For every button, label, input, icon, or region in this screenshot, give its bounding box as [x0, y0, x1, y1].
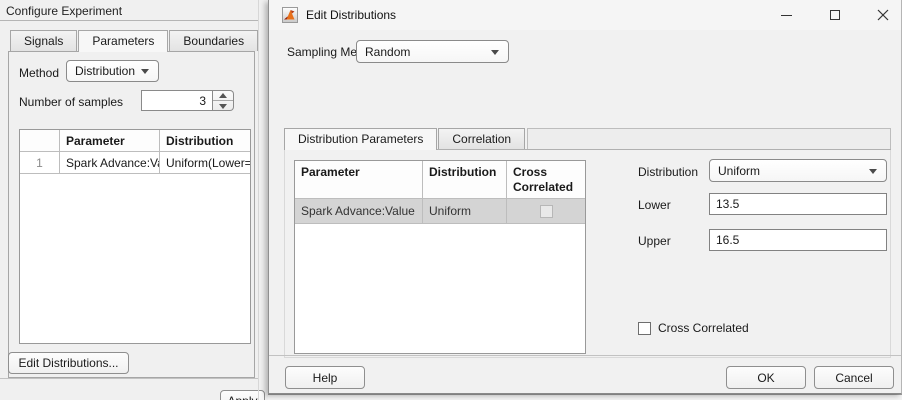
- panel-bottom-separator: [0, 378, 258, 379]
- tab-boundaries[interactable]: Boundaries: [169, 30, 259, 51]
- samples-input[interactable]: 3: [141, 90, 213, 111]
- tab-distribution-parameters[interactable]: Distribution Parameters: [284, 128, 438, 150]
- ok-button[interactable]: OK: [726, 366, 806, 389]
- header-cell-parameter: Parameter: [295, 161, 423, 199]
- chevron-up-icon: [219, 93, 227, 98]
- minimize-icon: [781, 14, 792, 16]
- chevron-down-icon: [491, 49, 499, 55]
- configure-experiment-panel: Configure Experiment Signals Parameters …: [0, 0, 269, 400]
- close-icon: [877, 9, 888, 21]
- minimize-button[interactable]: [764, 0, 809, 30]
- method-dropdown-value: Distribution: [75, 64, 136, 78]
- lower-field[interactable]: [709, 193, 887, 215]
- underlying-window-strip: [268, 394, 902, 400]
- tab-bar-filler: [527, 128, 891, 149]
- parameter-cell: Spark Advance:Va: [60, 152, 160, 174]
- left-tab-bar: Signals Parameters Boundaries: [10, 30, 259, 52]
- title-separator: [0, 20, 258, 21]
- distribution-label: Distribution: [638, 165, 699, 179]
- table-row-selected[interactable]: Spark Advance:Value Uniform: [295, 199, 585, 224]
- sampling-method-dropdown[interactable]: Random: [356, 40, 509, 63]
- cross-correlated-row-checkbox: [539, 204, 553, 218]
- method-label: Method: [19, 66, 60, 80]
- maximize-icon: [829, 10, 840, 20]
- table-header-row: Parameter Distribution Cross Correlated: [295, 161, 585, 199]
- sampling-method-value: Random: [365, 44, 411, 59]
- cross-correlated-cell: [507, 199, 585, 224]
- dialog-tab-bar: Distribution Parameters Correlation: [284, 128, 891, 150]
- distribution-dropdown-value: Uniform: [718, 163, 761, 178]
- tab-correlation[interactable]: Correlation: [438, 128, 526, 149]
- maximize-button[interactable]: [812, 0, 857, 30]
- tab-signals[interactable]: Signals: [10, 30, 78, 51]
- cancel-button[interactable]: Cancel: [814, 366, 894, 389]
- table-header-row: Parameter Distribution: [20, 130, 250, 152]
- panel-title: Configure Experiment: [6, 4, 123, 18]
- dialog-titlebar[interactable]: Edit Distributions: [269, 0, 901, 30]
- samples-stepper: [213, 90, 234, 111]
- upper-field[interactable]: [709, 229, 887, 251]
- distributions-table: Parameter Distribution Cross Correlated …: [294, 160, 586, 354]
- spinner-down-button[interactable]: [213, 101, 233, 111]
- distribution-cell: Uniform: [423, 199, 507, 224]
- table-row[interactable]: 1 Spark Advance:Va Uniform(Lower=13: [20, 152, 250, 174]
- parameter-cell: Spark Advance:Value: [295, 199, 423, 224]
- dialog-title: Edit Distributions: [306, 8, 397, 22]
- header-cell-distribution: Distribution: [160, 130, 250, 152]
- method-dropdown[interactable]: Distribution: [66, 60, 159, 82]
- close-button[interactable]: [860, 0, 902, 30]
- parameters-tab-pane: Method Distribution Number of samples 3 …: [8, 51, 255, 378]
- chevron-down-icon: [219, 103, 227, 109]
- header-cell-distribution: Distribution: [423, 161, 507, 199]
- edit-distributions-dialog: Edit Distributions Sampling Method Rando…: [268, 0, 902, 394]
- header-cell-parameter: Parameter: [60, 130, 160, 152]
- header-cell-cross-correlated: Cross Correlated: [507, 161, 585, 199]
- upper-label: Upper: [638, 234, 671, 248]
- distribution-cell: Uniform(Lower=13: [160, 152, 250, 174]
- table-empty-area: [20, 174, 250, 343]
- footer-separator: [269, 355, 901, 356]
- cross-correlated-option[interactable]: Cross Correlated: [638, 321, 749, 335]
- lower-label: Lower: [638, 198, 671, 212]
- panel-right-edge: [258, 0, 259, 400]
- distribution-dropdown[interactable]: Uniform: [709, 159, 887, 182]
- spinner-up-button[interactable]: [213, 91, 233, 101]
- help-button[interactable]: Help: [285, 366, 365, 389]
- parameters-table: Parameter Distribution 1 Spark Advance:V…: [19, 129, 251, 344]
- samples-label: Number of samples: [19, 95, 124, 109]
- tab-parameters[interactable]: Parameters: [78, 30, 169, 52]
- chevron-down-icon: [869, 168, 877, 174]
- cross-correlated-checkbox[interactable]: [638, 321, 651, 335]
- matlab-logo-icon: [282, 7, 298, 23]
- chevron-down-icon: [141, 69, 149, 74]
- edit-distributions-button[interactable]: Edit Distributions...: [8, 352, 129, 374]
- cross-correlated-label: Cross Correlated: [658, 321, 749, 335]
- header-cell-num: [20, 130, 60, 152]
- table-empty-area: [295, 224, 585, 353]
- row-number-cell: 1: [20, 152, 60, 174]
